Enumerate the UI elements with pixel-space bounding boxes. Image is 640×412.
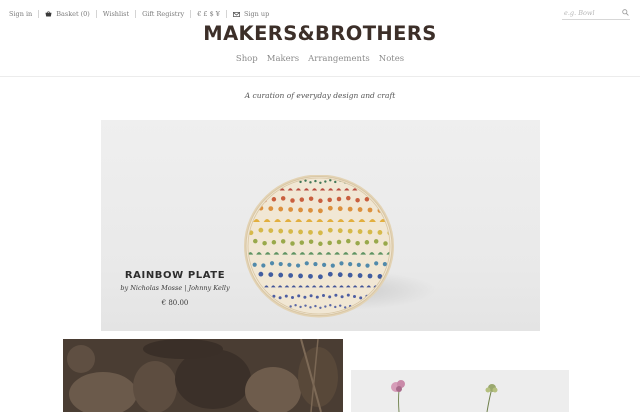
tagline: A curation of everyday design and craft bbox=[244, 91, 396, 100]
brand-logo[interactable]: MAKERS&BROTHERS bbox=[0, 22, 640, 46]
basket-label: Basket bbox=[56, 10, 79, 18]
mail-icon bbox=[232, 11, 240, 17]
product-title[interactable]: RAINBOW PLATE bbox=[101, 270, 249, 281]
sign-in-link[interactable]: Sign in bbox=[9, 10, 32, 18]
utility-bar: Sign in Basket (0) Wishlist Gift Registr… bbox=[9, 8, 269, 20]
basket-link[interactable]: Basket (0) bbox=[45, 10, 90, 18]
separator bbox=[190, 10, 192, 18]
flowers-photo bbox=[351, 370, 569, 412]
header-divider bbox=[0, 76, 640, 77]
separator bbox=[38, 10, 40, 18]
wishlist-link[interactable]: Wishlist bbox=[103, 10, 129, 18]
sign-up-link[interactable]: Sign up bbox=[232, 10, 270, 18]
nav-arrangements[interactable]: Arrangements bbox=[308, 54, 370, 64]
basket-count: (0) bbox=[80, 10, 90, 18]
product-price: € 80.00 bbox=[161, 299, 189, 307]
workshop-image-tile[interactable] bbox=[63, 339, 343, 412]
sign-up-label: Sign up bbox=[243, 10, 270, 18]
rainbow-plate-image bbox=[244, 175, 394, 318]
main-nav: Shop Makers Arrangements Notes bbox=[0, 54, 640, 64]
hero-feature[interactable]: RAINBOW PLATE by Nicholas Mosse | Johnny… bbox=[101, 120, 540, 331]
separator bbox=[135, 10, 137, 18]
currency-selector[interactable]: € £ $ ¥ bbox=[197, 10, 220, 18]
search-box bbox=[562, 7, 630, 20]
nav-notes[interactable]: Notes bbox=[379, 54, 404, 64]
nav-shop[interactable]: Shop bbox=[236, 54, 258, 64]
search-icon[interactable] bbox=[622, 9, 629, 16]
separator bbox=[225, 10, 227, 18]
product-byline: by Nicholas Mosse | Johnny Kelly bbox=[120, 284, 230, 292]
basket-icon bbox=[45, 11, 52, 17]
workshop-photo bbox=[63, 339, 343, 412]
separator bbox=[95, 10, 97, 18]
gift-registry-link[interactable]: Gift Registry bbox=[142, 10, 184, 18]
nav-makers[interactable]: Makers bbox=[267, 54, 299, 64]
search-input[interactable] bbox=[562, 7, 616, 19]
flowers-image-tile[interactable] bbox=[351, 370, 569, 412]
